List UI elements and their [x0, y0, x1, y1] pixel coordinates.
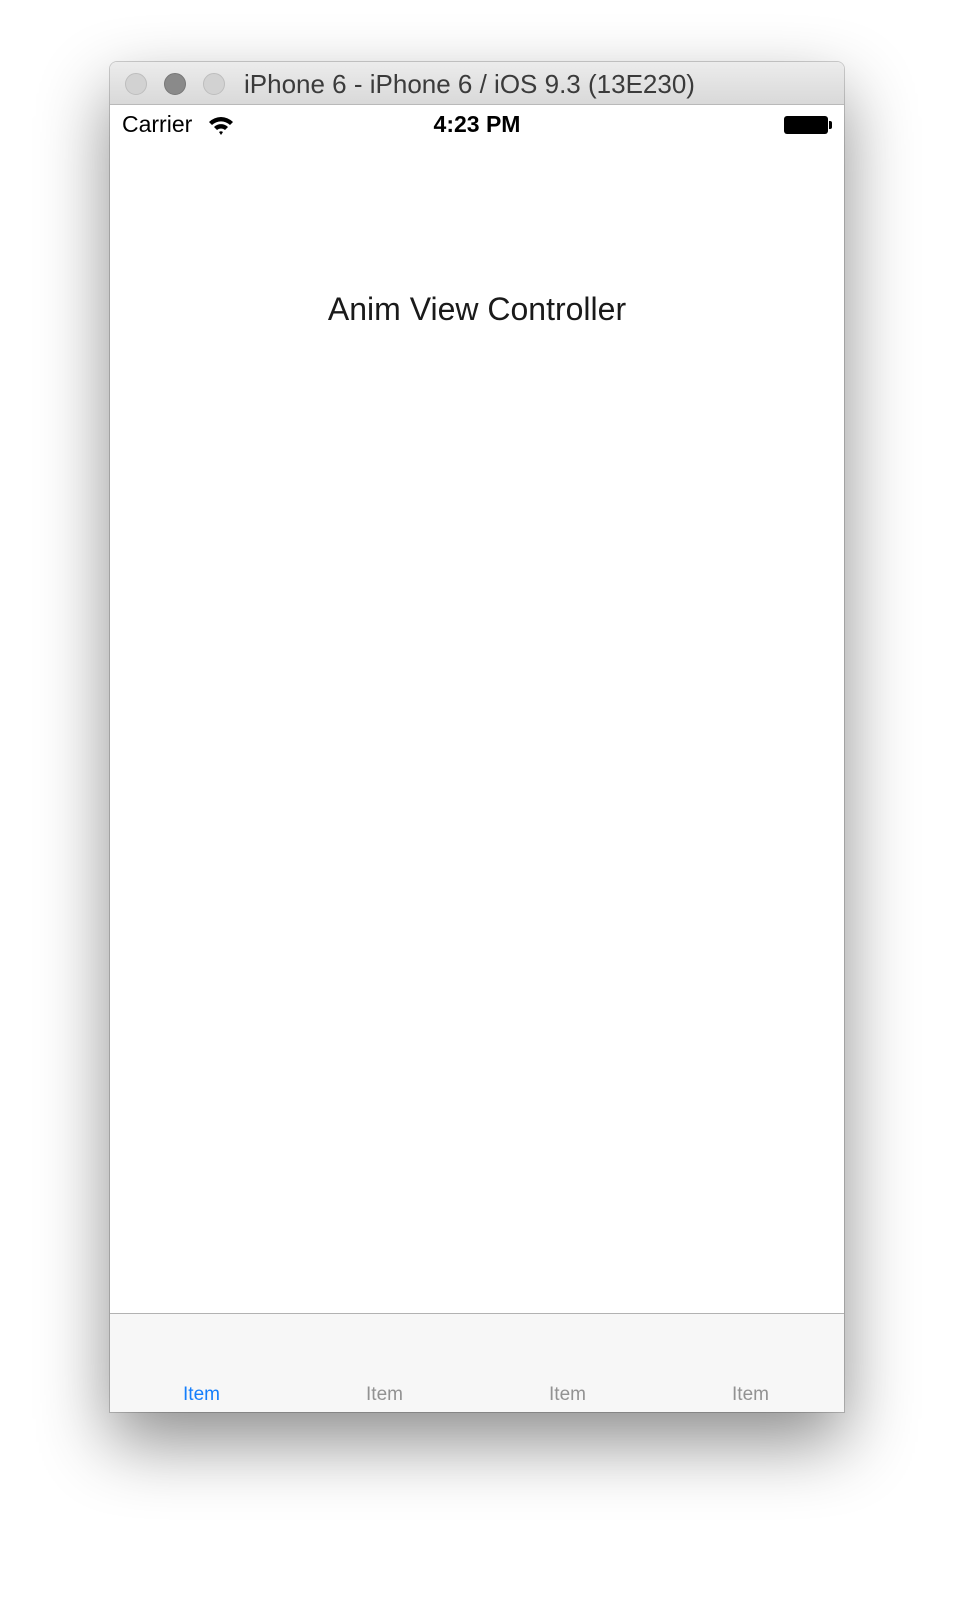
- status-time: 4:23 PM: [433, 111, 521, 137]
- status-bar: Carrier 4:23 PM: [110, 105, 844, 145]
- battery-icon: [784, 116, 828, 134]
- window-titlebar[interactable]: iPhone 6 - iPhone 6 / iOS 9.3 (13E230): [110, 62, 844, 105]
- device-screen: Carrier 4:23 PM Anim View Controller Ite…: [110, 105, 844, 1412]
- window-title: iPhone 6 - iPhone 6 / iOS 9.3 (13E230): [244, 69, 695, 99]
- simulator-window: iPhone 6 - iPhone 6 / iOS 9.3 (13E230) C…: [110, 62, 844, 1412]
- tab-bar: Item Item Item Item: [110, 1313, 844, 1412]
- battery-tip: [829, 121, 832, 129]
- tab-item-2[interactable]: Item: [293, 1384, 476, 1406]
- close-window-button[interactable]: [125, 73, 147, 95]
- minimize-window-button[interactable]: [164, 73, 186, 95]
- tab-item-3[interactable]: Item: [476, 1384, 659, 1406]
- zoom-window-button[interactable]: [203, 73, 225, 95]
- tab-item-4[interactable]: Item: [659, 1384, 842, 1406]
- tab-item-1[interactable]: Item: [110, 1384, 293, 1406]
- view-controller-label: Anim View Controller: [327, 291, 627, 327]
